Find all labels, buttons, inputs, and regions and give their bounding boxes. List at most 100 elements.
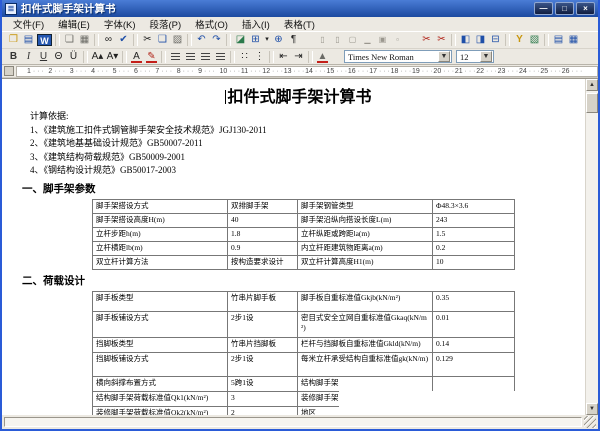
table-cell[interactable]: 横向斜撑布置方式 [93,376,228,391]
table-cell[interactable]: 按构造要求设计 [228,255,298,269]
word-doc-icon[interactable]: W [37,34,52,46]
hyperlink-globe-icon[interactable]: ⊕ [271,33,286,47]
font-size-select[interactable]: 12 ▼ [456,50,494,63]
close-button[interactable]: × [576,2,595,15]
table-cell[interactable]: 脚手板铺设方式 [93,311,228,337]
find-icon[interactable]: ∞ [101,33,116,47]
scroll-down-icon[interactable]: ▼ [586,403,598,415]
menu-item[interactable]: 格式(O) [188,17,235,31]
table-cell[interactable]: 2步1设 [228,311,298,337]
table-cell[interactable]: 双排脚手架 [228,199,298,213]
workbook-icon[interactable]: ▤ [551,33,566,47]
table-cell[interactable]: 0.35 [433,291,515,311]
indent-icon[interactable]: ⇥ [291,50,306,64]
maximize-button[interactable]: □ [555,2,574,15]
table-cell[interactable]: 脚手架搭设方式 [93,199,228,213]
title-bar[interactable]: ≣ 扣件式脚手架计算书 — □ × [2,0,598,17]
save-icon[interactable]: ▤ [21,33,36,47]
table-dropdown-icon[interactable]: ▾ [263,33,271,47]
table-cell[interactable]: 3 [228,391,298,406]
open-icon[interactable]: ❐ [6,33,21,47]
menu-item[interactable]: 字体(K) [97,17,143,31]
menu-item[interactable]: 段落(P) [142,17,188,31]
menu-item[interactable]: 插入(I) [235,17,277,31]
bullet-list-icon[interactable]: ∷ [237,50,252,64]
table-cell[interactable]: 密目式安全立网自重标准值Gkaq(kN/m²) [298,311,433,337]
print-icon[interactable]: ▦ [77,33,92,47]
table-cell[interactable]: 挡脚板铺设方式 [93,352,228,376]
merge-cells-icon[interactable]: ◧ [458,33,473,47]
delete-row-icon[interactable]: ✂ [419,33,434,47]
menu-item[interactable]: 编辑(E) [51,17,97,31]
italic-icon[interactable]: I [21,50,36,64]
shrink-font-icon[interactable]: A▾ [105,50,120,64]
table-cell[interactable]: 脚手板类型 [93,291,228,311]
font-name-select[interactable]: Times New Roman ▼ [344,50,452,63]
minimize-button[interactable]: — [534,2,553,15]
scrollbar-track[interactable] [586,113,598,403]
grow-font-icon[interactable]: A▴ [90,50,105,64]
table-cell[interactable]: 40 [228,213,298,227]
table-cell[interactable] [433,376,515,391]
filter-icon[interactable]: Y [512,33,527,47]
border-none-icon[interactable]: ▫ [390,33,405,47]
document-page[interactable]: 扣件式脚手架计算书 计算依据: 1、《建筑施工扣件式钢管脚手架安全技术规范》JG… [2,79,585,415]
table-cell[interactable]: 栏杆与挡脚板自重标准值Gkld(kN/m) [298,337,433,352]
horizontal-ruler[interactable]: 1234567891011121314151617181920212223242… [16,66,598,77]
copy-icon[interactable]: ❑ [155,33,170,47]
align-right-icon[interactable] [198,50,213,64]
table-cell[interactable]: 脚手架钢管类型 [298,199,433,213]
highlight-icon[interactable]: ✎ [144,50,159,64]
outdent-icon[interactable]: ⇤ [276,50,291,64]
table-cell[interactable]: 脚手架沿纵向搭设长度L(m) [298,213,433,227]
pilcrow-icon[interactable]: ¶ [286,33,301,47]
table-cell[interactable]: 0.2 [433,241,515,255]
table-cell[interactable]: 立杆横距lb(m) [93,241,228,255]
insert-cells-icon[interactable]: ⊟ [488,33,503,47]
picture-icon[interactable]: ▧ [527,33,542,47]
table-cell[interactable]: 1.8 [228,227,298,241]
font-color-icon[interactable]: A [129,50,144,64]
table-cell[interactable]: Φ48.3×3.6 [433,199,515,213]
table-cell[interactable]: 每米立杆承受结构自重标准值gk(kN/m) [298,352,433,376]
undo-icon[interactable]: ↶ [194,33,209,47]
table-cell[interactable]: 立杆步距h(m) [93,227,228,241]
redo-icon[interactable]: ↷ [209,33,224,47]
menu-item[interactable]: 文件(F) [6,17,51,31]
paste-icon[interactable]: ▨ [170,33,185,47]
bold-icon[interactable]: B [6,50,21,64]
menu-item[interactable]: 表格(T) [277,17,322,31]
strikethrough-icon[interactable]: Θ [51,50,66,64]
underline-icon[interactable]: U [36,50,51,64]
tab-stop-selector[interactable] [4,66,14,76]
scroll-up-icon[interactable]: ▲ [586,79,598,91]
table-cell[interactable]: 0.01 [433,311,515,337]
justify-icon[interactable] [213,50,228,64]
table-cell[interactable]: 挡脚板类型 [93,337,228,352]
table-cell[interactable]: 5跨1设 [228,376,298,391]
table-cell[interactable]: 装修脚手架荷载标准值Qk2(kN/m²) [93,406,228,415]
table-cell[interactable]: 10 [433,255,515,269]
table-cell[interactable]: 立杆纵距或跨距la(m) [298,227,433,241]
table-cell[interactable]: 0.14 [433,337,515,352]
insert-image-icon[interactable]: ◪ [233,33,248,47]
align-center-icon[interactable] [183,50,198,64]
table-cell[interactable]: 1.5 [433,227,515,241]
insert-table-icon[interactable]: ⊞ [248,33,263,47]
numbered-list-icon[interactable]: ⋮ [252,50,267,64]
table-cell[interactable]: 内立杆距建筑物距离a(m) [298,241,433,255]
shading-icon[interactable]: ▲ [315,50,330,64]
align-left-icon[interactable] [168,50,183,64]
resize-grip[interactable] [584,416,596,428]
table-cell[interactable]: 竹串片挡脚板 [228,337,298,352]
print-preview-icon[interactable]: ❏ [62,33,77,47]
border-outside-icon[interactable]: ▢ [345,33,360,47]
border-left-icon[interactable]: ▯ [315,33,330,47]
table-cell[interactable]: 0.129 [433,352,515,376]
border-all-icon[interactable]: ▣ [375,33,390,47]
scrollbar-thumb[interactable] [586,93,598,113]
table-cell[interactable]: 0.9 [228,241,298,255]
table-cell[interactable]: 243 [433,213,515,227]
table-cell[interactable]: 2步1设 [228,352,298,376]
table-cell[interactable]: 双立杆计算方法 [93,255,228,269]
